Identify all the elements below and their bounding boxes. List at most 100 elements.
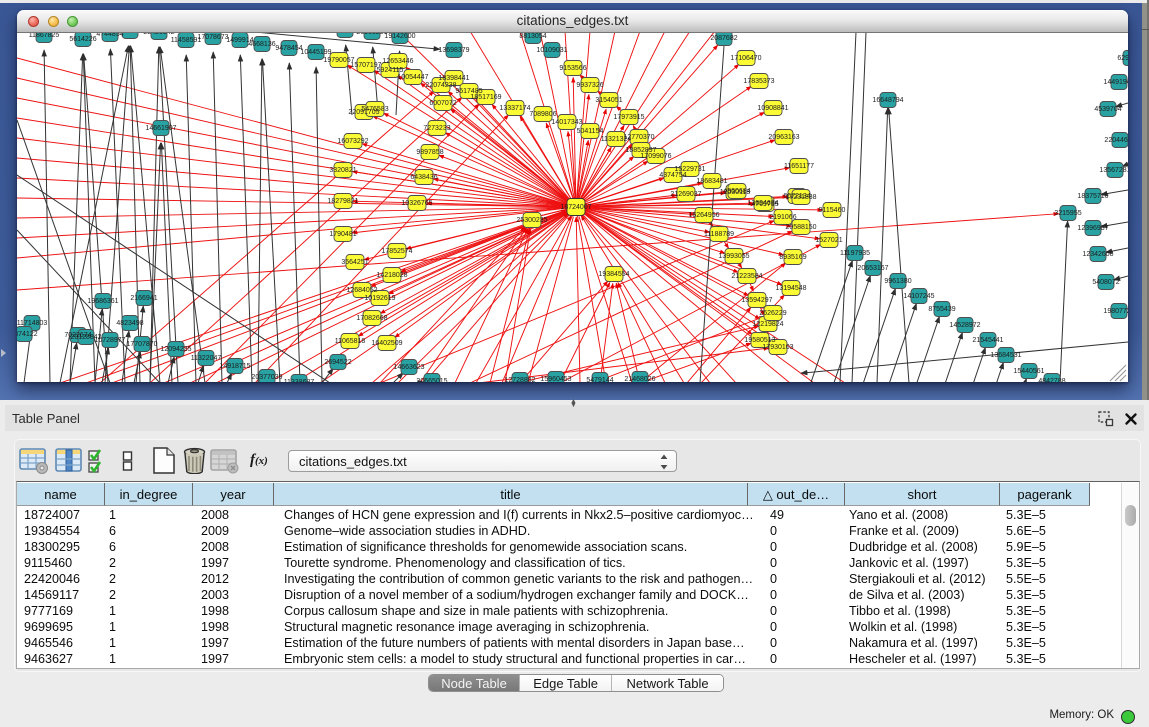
svg-text:8755439: 8755439 xyxy=(928,306,955,313)
svg-text:3564251: 3564251 xyxy=(341,259,368,266)
svg-text:22044602: 22044602 xyxy=(1104,137,1128,144)
svg-text:3215955: 3215955 xyxy=(1054,210,1081,217)
svg-text:13684531: 13684531 xyxy=(990,352,1021,359)
svg-text:17106470: 17106470 xyxy=(730,55,761,62)
svg-text:6292423: 6292423 xyxy=(1117,55,1128,62)
svg-text:21223584: 21223584 xyxy=(731,273,762,280)
svg-text:20588150: 20588150 xyxy=(785,224,816,231)
svg-text:9961380: 9961380 xyxy=(884,278,911,285)
svg-text:13594297: 13594297 xyxy=(741,297,772,304)
svg-text:6007072: 6007072 xyxy=(429,100,456,107)
svg-text:17707870: 17707870 xyxy=(126,341,157,348)
svg-text:11322047: 11322047 xyxy=(191,355,222,362)
svg-text:17082668: 17082668 xyxy=(356,315,387,322)
svg-text:18724007: 18724007 xyxy=(560,204,591,211)
svg-text:12770370: 12770370 xyxy=(623,134,654,141)
svg-text:3154051: 3154051 xyxy=(595,97,622,104)
svg-text:4374754: 4374754 xyxy=(659,172,686,179)
svg-text:5614226: 5614226 xyxy=(69,36,96,43)
svg-text:20653167: 20653167 xyxy=(857,265,888,272)
svg-text:11714803: 11714803 xyxy=(17,320,47,327)
svg-text:20665015: 20665015 xyxy=(416,378,447,382)
svg-text:10326765: 10326765 xyxy=(401,200,432,207)
svg-text:9897858: 9897858 xyxy=(416,149,443,156)
svg-text:15440561: 15440561 xyxy=(1013,368,1044,375)
svg-text:12219824: 12219824 xyxy=(752,321,783,328)
svg-text:5924115: 5924115 xyxy=(377,67,404,74)
svg-text:13993055: 13993055 xyxy=(718,253,749,260)
svg-text:18398441: 18398441 xyxy=(438,75,469,82)
svg-text:19686361: 19686361 xyxy=(87,298,118,305)
svg-text:17973915: 17973915 xyxy=(613,114,644,121)
svg-text:9115460: 9115460 xyxy=(819,207,846,214)
svg-text:2626229: 2626229 xyxy=(759,310,786,317)
svg-text:16264956: 16264956 xyxy=(688,212,719,219)
svg-text:14661907: 14661907 xyxy=(145,125,176,132)
svg-text:16402509: 16402509 xyxy=(371,340,402,347)
svg-text:4860684: 4860684 xyxy=(723,188,750,195)
svg-text:17099076: 17099076 xyxy=(640,153,671,160)
svg-text:11651177: 11651177 xyxy=(784,163,814,170)
svg-text:11338687: 11338687 xyxy=(284,379,315,382)
svg-text:16073292: 16073292 xyxy=(337,138,368,145)
svg-text:3320821: 3320821 xyxy=(329,167,356,174)
svg-text:18517169: 18517169 xyxy=(470,94,501,101)
svg-text:2694522: 2694522 xyxy=(324,359,351,366)
svg-text:17852574: 17852574 xyxy=(381,248,412,255)
svg-text:11197935: 11197935 xyxy=(840,250,870,257)
svg-text:15229731: 15229731 xyxy=(674,166,705,173)
svg-text:8813054: 8813054 xyxy=(519,33,546,40)
svg-text:21269037: 21269037 xyxy=(670,191,701,198)
svg-text:9153566: 9153566 xyxy=(559,65,586,72)
svg-text:7089806: 7089806 xyxy=(529,111,556,118)
svg-text:17231838: 17231838 xyxy=(785,194,816,201)
svg-text:17078673: 17078673 xyxy=(197,34,228,41)
svg-text:6438436: 6438436 xyxy=(410,174,437,181)
svg-text:17930103: 17930103 xyxy=(762,344,793,351)
svg-text:16648794: 16648794 xyxy=(872,97,903,104)
svg-text:9937326: 9937326 xyxy=(576,82,603,89)
svg-text:14491946: 14491946 xyxy=(1103,79,1128,86)
svg-text:4842788: 4842788 xyxy=(1038,378,1065,382)
svg-text:5476583: 5476583 xyxy=(361,106,388,113)
svg-text:2087682: 2087682 xyxy=(710,35,737,42)
svg-text:20963163: 20963163 xyxy=(768,134,799,141)
svg-text:5408072: 5408072 xyxy=(1092,279,1119,286)
svg-text:19142600: 19142600 xyxy=(384,33,415,40)
svg-text:19580513: 19580513 xyxy=(744,337,775,344)
svg-text:11065818: 11065818 xyxy=(335,338,366,345)
svg-text:7273233: 7273233 xyxy=(423,125,450,132)
svg-text:14017343: 14017343 xyxy=(551,119,582,126)
svg-text:18375710: 18375710 xyxy=(1077,193,1108,200)
svg-text:17835373: 17835373 xyxy=(743,78,774,85)
svg-text:12728882: 12728882 xyxy=(504,377,535,382)
svg-text:9478454: 9478454 xyxy=(275,45,302,52)
svg-text:14218028: 14218028 xyxy=(376,272,407,279)
svg-text:19807725: 19807725 xyxy=(1103,308,1128,315)
svg-text:8935169: 8935169 xyxy=(779,254,806,261)
svg-text:12653446: 12653446 xyxy=(382,58,413,65)
svg-text:10109031: 10109031 xyxy=(536,47,567,54)
svg-text:13337174: 13337174 xyxy=(499,105,530,112)
svg-text:12684052: 12684052 xyxy=(346,287,377,294)
svg-text:19384554: 19384554 xyxy=(598,271,629,278)
svg-text:14663623: 14663623 xyxy=(393,364,424,371)
svg-text:2191066: 2191066 xyxy=(769,214,796,221)
svg-text:11188789: 11188789 xyxy=(704,231,734,238)
svg-text:4668136: 4668136 xyxy=(248,41,275,48)
svg-text:25300235: 25300235 xyxy=(516,217,547,224)
svg-text:13694634: 13694634 xyxy=(747,200,778,207)
svg-text:14528972: 14528972 xyxy=(949,322,980,329)
svg-text:10192619: 10192619 xyxy=(364,295,395,302)
svg-text:4539704: 4539704 xyxy=(1094,106,1121,113)
svg-text:10728977: 10728977 xyxy=(94,337,125,344)
svg-text:10054447: 10054447 xyxy=(397,74,428,81)
svg-text:1790481: 1790481 xyxy=(329,231,356,238)
svg-text:5479144: 5479144 xyxy=(586,377,613,382)
svg-text:15960453: 15960453 xyxy=(540,376,571,382)
svg-text:18279821: 18279821 xyxy=(327,198,358,205)
svg-text:10445199: 10445199 xyxy=(300,49,331,56)
svg-text:20377039: 20377039 xyxy=(251,374,282,381)
svg-text:5041154: 5041154 xyxy=(577,128,604,135)
svg-text:7374122: 7374122 xyxy=(17,331,38,338)
